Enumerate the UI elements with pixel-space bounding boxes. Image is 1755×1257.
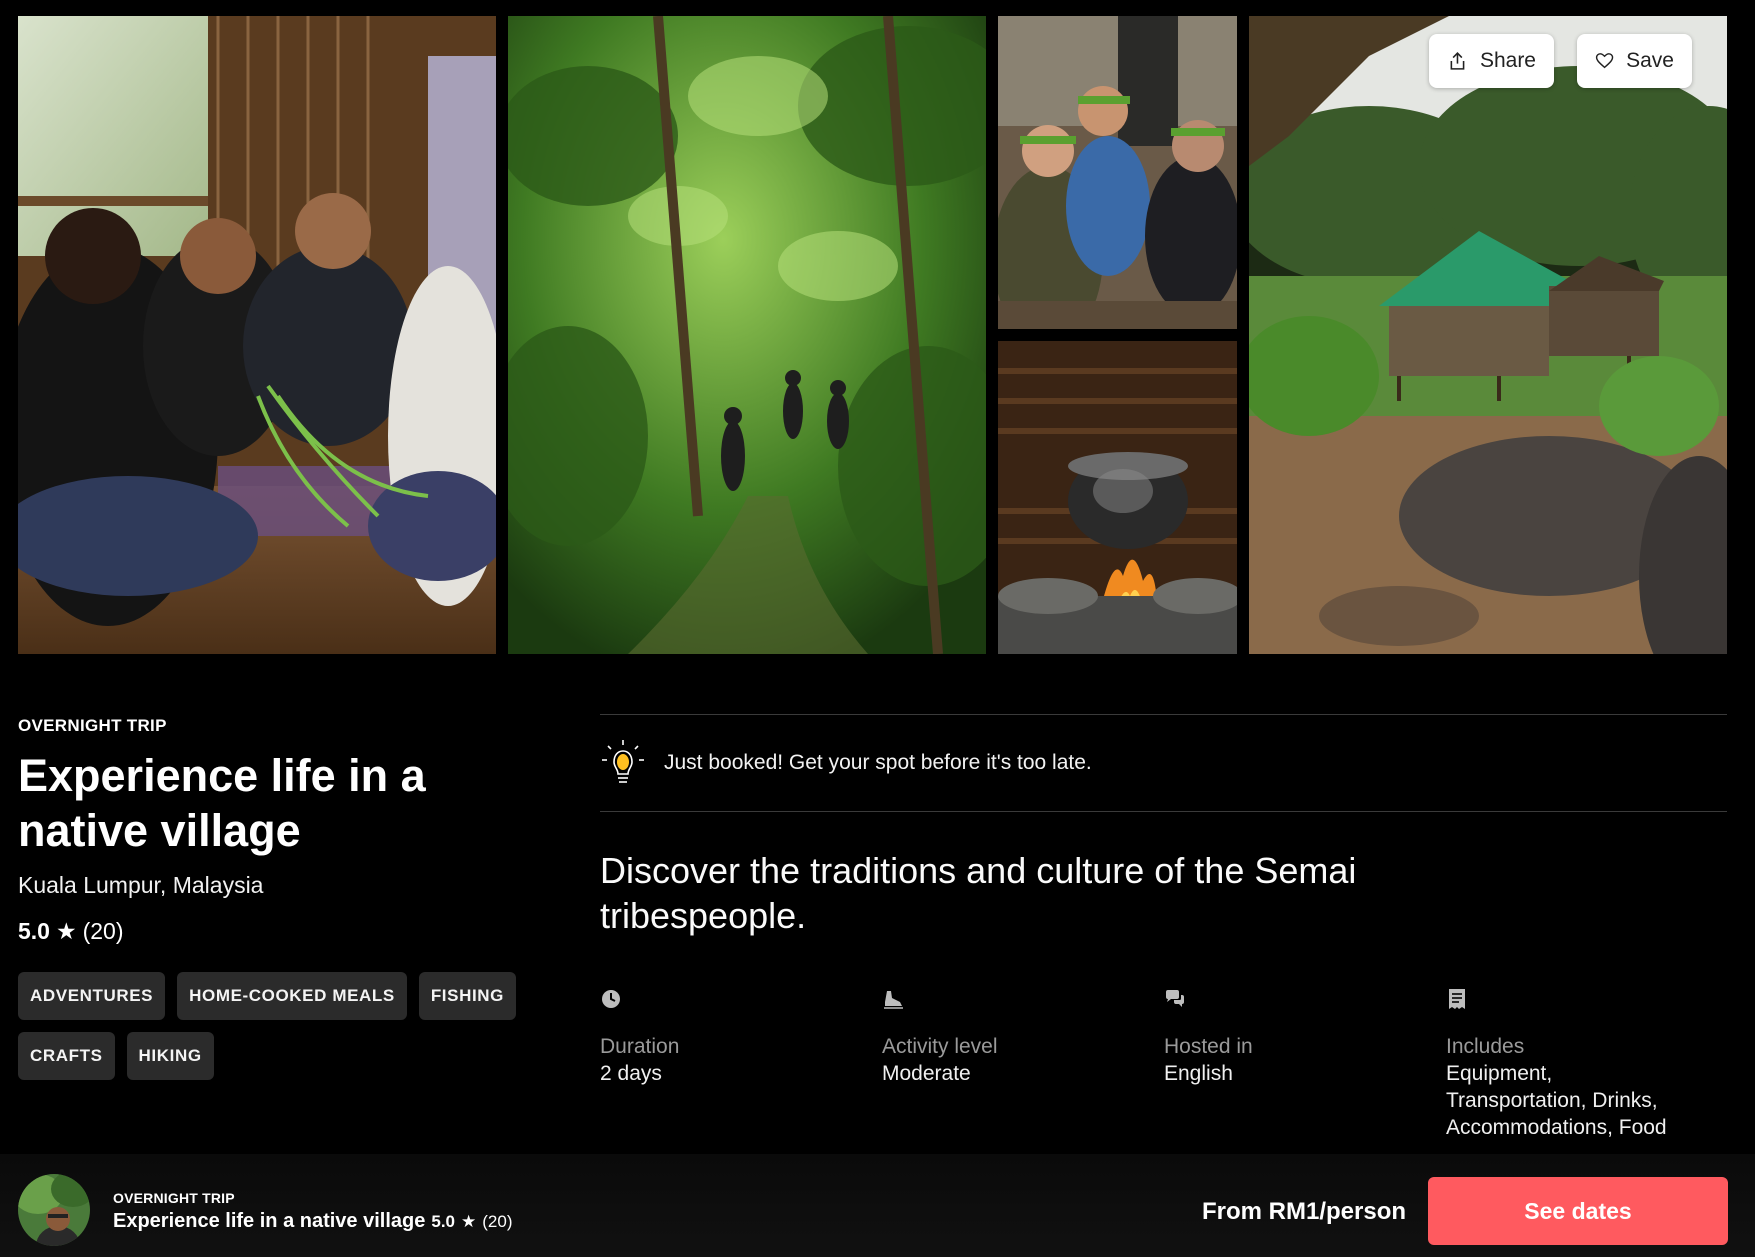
bar-title-row: Experience life in a native village 5.0 …: [113, 1210, 513, 1233]
tag-home-cooked-meals[interactable]: HOME-COOKED MEALS: [177, 972, 407, 1020]
tag-crafts[interactable]: CRAFTS: [18, 1032, 115, 1080]
photo-gallery: Share Save: [18, 16, 1727, 654]
village-hut-photo[interactable]: [1249, 16, 1727, 654]
bar-category: OVERNIGHT TRIP: [113, 1190, 235, 1206]
crafts-photo[interactable]: [18, 16, 496, 654]
tag-adventures[interactable]: ADVENTURES: [18, 972, 166, 1020]
heart-icon: [1595, 53, 1614, 69]
review-count: (20): [82, 918, 124, 944]
share-icon: [1450, 52, 1465, 70]
booking-bar: OVERNIGHT TRIP Experience life in a nati…: [0, 1154, 1755, 1257]
divider: [600, 811, 1727, 812]
bar-rating: 5.0: [431, 1212, 456, 1231]
tag-list: ADVENTURES HOME-COOKED MEALS FISHING CRA…: [18, 972, 538, 1080]
share-button[interactable]: Share: [1429, 34, 1554, 88]
bar-title: Experience life in a native village: [113, 1210, 426, 1232]
chat-bubbles-icon: [1166, 990, 1184, 1007]
fact-activity-value: Moderate: [882, 1062, 971, 1085]
listing-rating[interactable]: 5.0 ★ (20): [18, 918, 124, 945]
listing-tagline: Discover the traditions and culture of t…: [600, 850, 1357, 936]
rating-score: 5.0: [18, 918, 50, 944]
bar-review-count: (20): [482, 1212, 513, 1231]
see-dates-button[interactable]: See dates: [1428, 1177, 1728, 1245]
fact-includes-line2: Transportation, Drinks,: [1446, 1089, 1658, 1112]
lightbulb-icon: [602, 740, 644, 783]
star-icon: ★: [461, 1212, 477, 1231]
clock-icon: [602, 990, 620, 1008]
share-label: Share: [1479, 49, 1536, 72]
fact-language-label: Hosted in: [1164, 1035, 1253, 1058]
listing-title: Experience life in a native village: [18, 750, 426, 856]
tag-fishing[interactable]: FISHING: [418, 972, 516, 1020]
booked-notice-text: Just booked! Get your spot before it's t…: [664, 751, 1092, 774]
experience-facts: Duration 2 days Activity level Moderate …: [600, 988, 1727, 1141]
fact-language-value: English: [1164, 1062, 1233, 1085]
receipt-icon: [1449, 989, 1465, 1009]
fact-includes-line1: Equipment,: [1446, 1062, 1553, 1085]
save-button[interactable]: Save: [1577, 34, 1692, 88]
tag-hiking[interactable]: HIKING: [126, 1032, 214, 1080]
listing-location[interactable]: Kuala Lumpur, Malaysia: [18, 872, 263, 899]
fact-activity-level: Activity level Moderate: [882, 988, 1142, 1087]
star-icon: ★: [55, 918, 77, 944]
fact-includes-line3: Accommodations, Food: [1446, 1116, 1667, 1139]
cooking-pot-photo[interactable]: [998, 341, 1237, 654]
host-avatar[interactable]: [18, 1174, 90, 1246]
save-label: Save: [1626, 49, 1674, 72]
fact-duration-value: 2 days: [600, 1062, 662, 1085]
fact-activity-label: Activity level: [882, 1035, 998, 1058]
price-label: From RM1/person: [1202, 1198, 1407, 1225]
villagers-photo[interactable]: [998, 16, 1237, 329]
fact-duration-label: Duration: [600, 1035, 680, 1058]
booked-notice: Just booked! Get your spot before it's t…: [600, 736, 1092, 790]
jungle-hike-photo[interactable]: [508, 16, 986, 654]
fact-duration: Duration 2 days: [600, 988, 860, 1087]
divider: [600, 714, 1727, 715]
fact-includes-label: Includes: [1446, 1035, 1525, 1058]
fact-includes: Includes Equipment, Transportation, Drin…: [1446, 988, 1706, 1141]
hiking-shoe-icon: [884, 991, 903, 1009]
listing-category: OVERNIGHT TRIP: [18, 716, 167, 735]
fact-hosted-in: Hosted in English: [1164, 988, 1424, 1087]
